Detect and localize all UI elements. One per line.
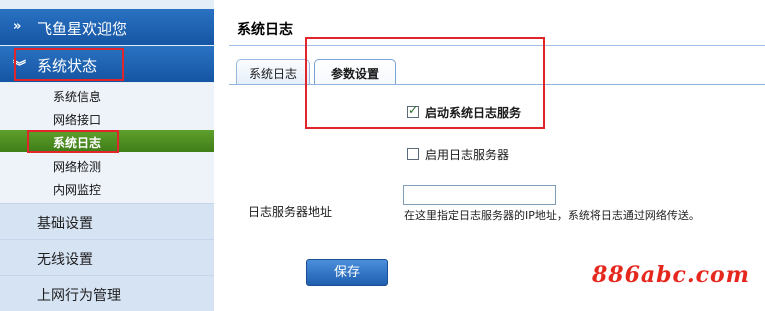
sidebar-item-system-info[interactable]: 系统信息 (0, 84, 214, 106)
double-chevron-right-icon: » (13, 19, 22, 34)
server-address-hint: 在这里指定日志服务器的IP地址，系统将日志通过网络传送。 (404, 209, 700, 222)
sidebar-section-basic-settings[interactable]: 基础设置 (0, 203, 214, 239)
sidebar-section-wireless-settings[interactable]: 无线设置 (0, 239, 214, 275)
save-button[interactable]: 保存 (306, 259, 388, 286)
sidebar-section-label: 无线设置 (37, 252, 93, 268)
sidebar-section-label: 上网行为管理 (37, 288, 121, 304)
enable-log-server-label: 启用日志服务器 (425, 148, 510, 162)
sidebar-item-label: 系统信息 (53, 90, 102, 104)
sidebar-section-system-status[interactable]: ︾ 系统状态 (0, 46, 214, 82)
sidebar-item-network-check[interactable]: 网络检测 (0, 154, 214, 176)
page-title: 系统日志 (237, 22, 293, 38)
tab-system-log[interactable]: 系统日志 (236, 59, 310, 85)
enable-log-service-checkbox[interactable] (407, 103, 419, 118)
enable-log-server-checkbox[interactable] (407, 148, 419, 160)
server-address-label: 日志服务器地址 (248, 205, 333, 219)
sidebar-welcome-label: 飞鱼星欢迎您 (37, 20, 128, 38)
server-address-input[interactable] (403, 185, 556, 205)
sidebar-item-label: 内网监控 (53, 183, 102, 197)
sidebar-welcome-header[interactable]: » 飞鱼星欢迎您 (0, 9, 214, 45)
sidebar-section-behavior-management[interactable]: 上网行为管理 (0, 275, 214, 311)
sidebar-item-label: 网络接口 (53, 113, 102, 127)
sidebar-item-system-log[interactable]: 系统日志 (0, 130, 214, 153)
tab-label: 系统日志 (248, 67, 297, 81)
sidebar-item-lan-monitor[interactable]: 内网监控 (0, 177, 214, 199)
sidebar-section-label: 基础设置 (37, 216, 93, 232)
highlight-box (14, 48, 124, 81)
highlight-box (27, 130, 119, 153)
sidebar-item-network-interface[interactable]: 网络接口 (0, 107, 214, 129)
enable-log-service-label: 启动系统日志服务 (425, 106, 522, 120)
watermark: 886abc.com (592, 262, 750, 288)
sidebar: » 飞鱼星欢迎您 ︾ 系统状态 系统信息 网络接口 系统日志 网络检测 内网监控… (0, 0, 214, 311)
sidebar-item-label: 网络检测 (53, 160, 102, 174)
sidebar-submenu: 系统信息 网络接口 系统日志 网络检测 内网监控 (0, 83, 214, 203)
